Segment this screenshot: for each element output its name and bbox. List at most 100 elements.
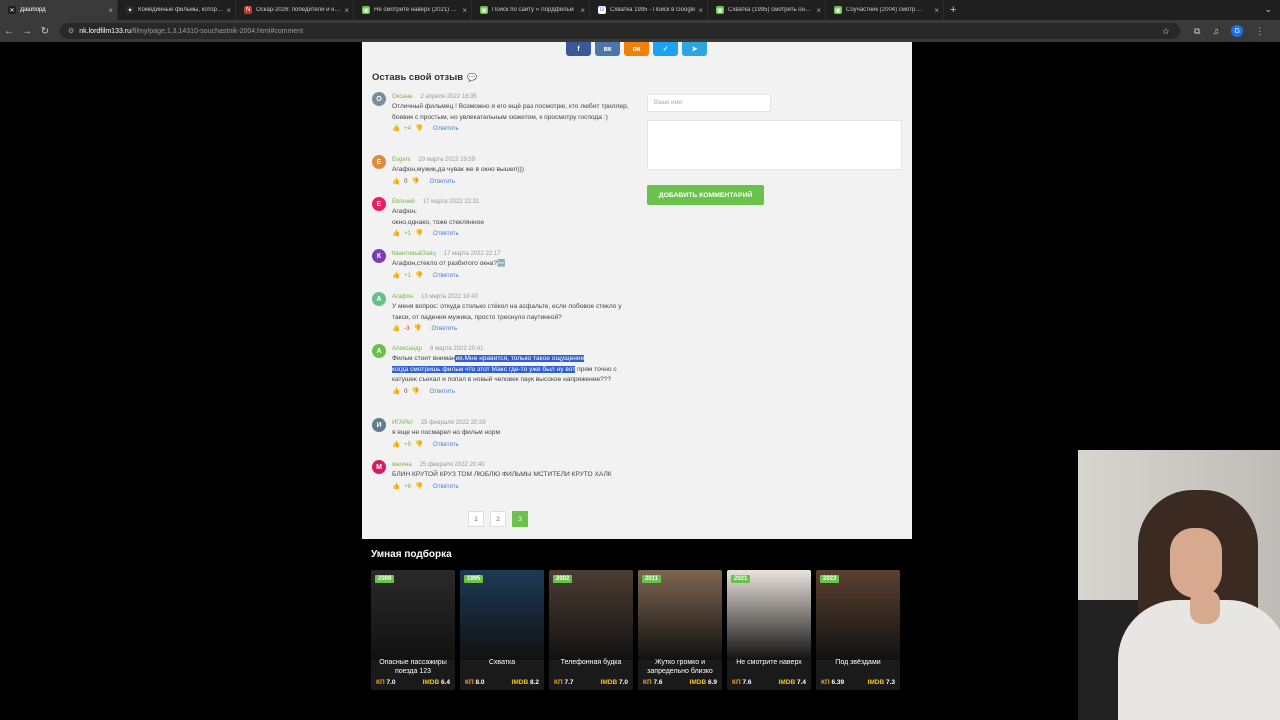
imdb-rating: 7.4	[796, 679, 806, 686]
comment-score: +1	[404, 231, 411, 237]
comment-date: 17 марта 2022 22:31	[422, 199, 480, 205]
bookmark-star-icon[interactable]: ☆	[1162, 26, 1170, 37]
thumbs-down-icon[interactable]: 👎	[415, 124, 423, 134]
thumbs-down-icon[interactable]: 👎	[415, 482, 423, 492]
kp-rating: 7.7	[564, 679, 574, 686]
browser-tab[interactable]: ✦ Комедийные фильмы, которые… ×	[118, 0, 236, 20]
thumbs-down-icon[interactable]: 👎	[415, 229, 423, 239]
comment-text: БЛИН КРУТОЙ КРУЗ ТОМ ЛЮБЛЮ ФИЛЬМЫ МСТИТЕ…	[392, 471, 612, 478]
tab-close-icon[interactable]: ×	[226, 6, 231, 15]
page-button[interactable]: 1	[468, 511, 484, 527]
page-button[interactable]: 3	[512, 511, 528, 527]
movie-card[interactable]: 2011 Жутко громко и запредельно близко КП …	[638, 570, 722, 690]
tab-close-icon[interactable]: ×	[462, 6, 467, 15]
movie-card[interactable]: 1995 Схватка КП 8.0 IMDB 8.2	[460, 570, 544, 690]
year-badge: 2002	[553, 575, 573, 583]
add-comment-button[interactable]: ДОБАВИТЬ КОММЕНТАРИЙ	[647, 185, 764, 205]
tab-close-icon[interactable]: ×	[344, 6, 349, 15]
site-info-icon[interactable]: ⚙	[68, 27, 74, 35]
tab-close-icon[interactable]: ×	[698, 6, 703, 15]
thumbs-down-icon[interactable]: 👎	[411, 177, 419, 187]
thumbs-up-icon[interactable]: 👍	[392, 177, 400, 187]
movie-card[interactable]: 2023 Под звёздами КП 6.39 IMDB 7.3	[816, 570, 900, 690]
comment-score: +6	[404, 483, 411, 490]
tab-close-icon[interactable]: ×	[580, 6, 585, 15]
thumbs-up-icon[interactable]: 👍	[392, 482, 400, 492]
thumbs-up-icon[interactable]: 👍	[392, 324, 400, 334]
page-button[interactable]: 2	[490, 511, 506, 527]
reply-link[interactable]: Ответить	[433, 271, 459, 281]
vk-share-icon[interactable]: вк	[595, 42, 620, 56]
browser-tab[interactable]: ✕ Дашборд ×	[0, 0, 118, 20]
reply-link[interactable]: Ответить	[433, 229, 459, 239]
facebook-share-icon[interactable]: f	[566, 42, 591, 56]
comment-author[interactable]: магина	[392, 462, 412, 468]
comment-score: +4	[404, 126, 411, 132]
comment-text: Агафон,стекло от разбитого окна?🆒	[392, 260, 506, 267]
movie-card[interactable]: 2009 Опасные пассажиры поезда 123 КП 7.0 IM…	[371, 570, 455, 690]
url-input[interactable]: ⚙ nk.lordfilm133.ru /filmy/page,1,3,1431…	[60, 23, 1180, 39]
thumbs-up-icon[interactable]: 👍	[392, 271, 400, 281]
comment-text: Отличный фильмец ! Возможно я его ещё ра…	[392, 103, 629, 121]
menu-icon[interactable]: ⋮	[1255, 26, 1264, 37]
browser-tab[interactable]: G Схватка 1995 - Поиск в Google ×	[590, 0, 708, 20]
name-field[interactable]: Ваше имя	[647, 94, 771, 112]
reply-link[interactable]: Ответить	[432, 324, 458, 334]
reload-icon[interactable]: ↻	[36, 26, 54, 37]
comment-text: я еще не посмарел но фильм норм	[392, 429, 500, 436]
comment-author[interactable]: Агафон	[392, 294, 413, 300]
extensions-icon[interactable]: ⧉	[1194, 26, 1200, 37]
tab-close-icon[interactable]: ×	[934, 6, 939, 15]
tab-title: Не смотрите наверх (2021) см…	[374, 7, 460, 13]
thumbs-up-icon[interactable]: 👍	[392, 387, 400, 397]
telegram-share-icon[interactable]: ➤	[682, 42, 707, 56]
reply-link[interactable]: Ответить	[433, 482, 459, 492]
twitter-share-icon[interactable]: ✓	[653, 42, 678, 56]
comment-author[interactable]: Evgeni	[392, 157, 410, 163]
ok-share-icon[interactable]: ок	[624, 42, 649, 56]
browser-tab[interactable]: ▣ Схватка (1995) смотреть онла… ×	[708, 0, 826, 20]
thumbs-down-icon[interactable]: 👎	[415, 440, 423, 450]
forward-icon[interactable]: →	[18, 26, 36, 37]
thumbs-up-icon[interactable]: 👍	[392, 440, 400, 450]
thumbs-up-icon[interactable]: 👍	[392, 229, 400, 239]
comment-meta: Евгений 17 марта 2022 22:31	[392, 197, 637, 207]
comment-author[interactable]: ИГАРЬ!	[392, 420, 413, 426]
movie-poster	[638, 570, 722, 660]
thumbs-down-icon[interactable]: 👎	[411, 387, 419, 397]
browser-tab[interactable]: ▣ Соучастник (2004) смотр… ×	[826, 0, 944, 20]
movie-card[interactable]: 2002 Телефонная будка КП 7.7 IMDB 7.0	[549, 570, 633, 690]
thumbs-down-icon[interactable]: 👎	[413, 324, 421, 334]
comment-author[interactable]: Александр	[392, 346, 422, 352]
new-tab-button[interactable]: +	[944, 0, 962, 20]
comment-text-part: Фильм стоит вниман	[392, 355, 456, 362]
comment-text: Агафон,мужик,да чувак же в окно вышел)))	[392, 166, 524, 173]
imdb-rating: 7.0	[618, 679, 628, 686]
browser-tab[interactable]: N Оскар-2026: победители и но… ×	[236, 0, 354, 20]
browser-tab[interactable]: ▣ Не смотрите наверх (2021) см… ×	[354, 0, 472, 20]
movie-card[interactable]: 2021 Не смотрите наверх КП 7.6 IMDB 7.4	[727, 570, 811, 690]
imdb-rating: 6.4	[440, 679, 450, 686]
comment-meta: магина 25 февраля 2022 20:40	[392, 460, 637, 470]
tab-close-icon[interactable]: ×	[816, 6, 821, 15]
thumbs-down-icon[interactable]: 👎	[415, 271, 423, 281]
reply-link[interactable]: Ответить	[430, 387, 456, 397]
back-icon[interactable]: ←	[0, 26, 18, 37]
reply-link[interactable]: Ответить	[433, 124, 459, 134]
comment-author[interactable]: Евгений	[392, 199, 415, 205]
smart-selection-title: Умная подборка	[371, 549, 452, 560]
tab-close-icon[interactable]: ×	[108, 6, 113, 15]
reply-link[interactable]: Ответить	[433, 440, 459, 450]
thumbs-up-icon[interactable]: 👍	[392, 124, 400, 134]
comment-author[interactable]: Оксана	[392, 94, 412, 100]
imdb-label: IMDB	[600, 679, 618, 686]
kp-label: КП	[821, 679, 830, 686]
media-icon[interactable]: ♫	[1212, 26, 1219, 36]
comment-author[interactable]: КвантовыйЗаяц	[392, 251, 436, 257]
profile-avatar[interactable]: G	[1231, 25, 1244, 37]
browser-tab[interactable]: ▣ Поиск по сайту » Лордфильм ×	[472, 0, 590, 20]
reply-link[interactable]: Ответить	[430, 177, 456, 187]
year-badge: 1995	[464, 575, 484, 583]
comment-textarea[interactable]	[647, 120, 902, 170]
tab-search-icon[interactable]: ⌄	[1264, 4, 1272, 15]
